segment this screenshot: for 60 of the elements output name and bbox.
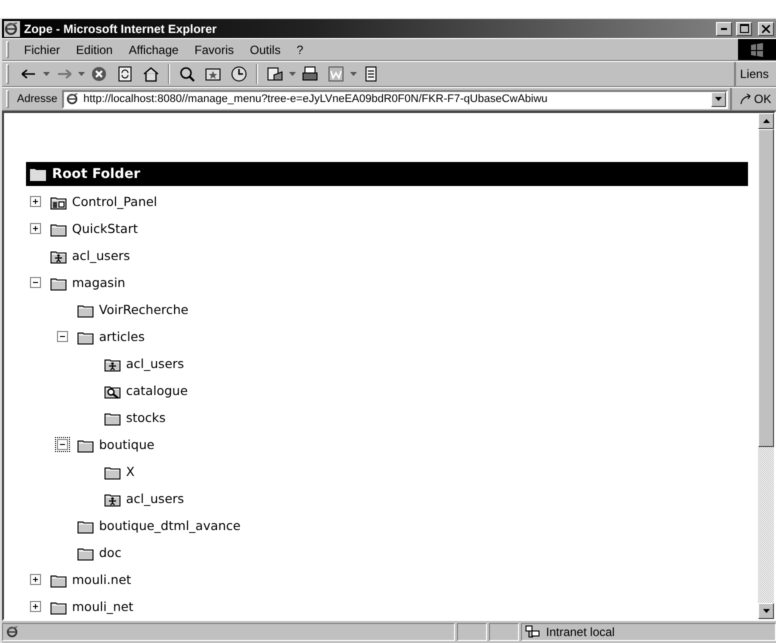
- home-icon[interactable]: [142, 65, 160, 83]
- menu-item[interactable]: Fichier: [17, 40, 68, 58]
- history-icon[interactable]: [230, 65, 248, 83]
- tree-item[interactable]: mouli_net: [72, 599, 134, 614]
- go-arrow-icon[interactable]: [740, 93, 752, 105]
- tree-item[interactable]: mouli.net: [72, 572, 132, 587]
- tree-item[interactable]: QuickStart: [72, 221, 138, 236]
- folder-icon: [30, 167, 46, 181]
- search-icon[interactable]: [178, 65, 196, 83]
- menu-item[interactable]: Edition: [69, 40, 120, 58]
- dropdown-caret-icon[interactable]: [289, 72, 296, 76]
- tree-item[interactable]: stocks: [126, 410, 166, 425]
- tree-item[interactable]: boutique_dtml_avance: [99, 518, 241, 533]
- menu-item[interactable]: Outils: [242, 40, 288, 58]
- dropdown-caret-icon[interactable]: [78, 72, 85, 76]
- address-label: Adresse: [17, 93, 58, 105]
- vertical-scrollbar[interactable]: [758, 113, 774, 619]
- network-icon: [525, 625, 541, 639]
- close-icon[interactable]: [762, 24, 770, 32]
- menu-item[interactable]: Favoris: [188, 40, 241, 58]
- status-pane: [489, 623, 519, 641]
- tree-item[interactable]: doc: [99, 545, 122, 560]
- tree-item[interactable]: boutique: [99, 437, 154, 452]
- caret-icon[interactable]: [715, 97, 722, 101]
- page-icon: [66, 92, 80, 106]
- scroll-down-icon[interactable]: [762, 609, 770, 613]
- tree-item[interactable]: catalogue: [126, 383, 188, 398]
- window-title: Zope - Microsoft Internet Explorer: [24, 22, 218, 36]
- tree-item[interactable]: VoirRecherche: [99, 302, 188, 317]
- root-folder-title[interactable]: Root Folder: [52, 166, 140, 182]
- tree-item[interactable]: acl_users: [126, 356, 184, 371]
- maximize-button[interactable]: [736, 22, 752, 36]
- windows-logo-icon: [738, 39, 776, 60]
- minimize-button[interactable]: [716, 22, 732, 36]
- tree-item[interactable]: magasin: [72, 275, 126, 290]
- dropdown-caret-icon[interactable]: [350, 72, 357, 76]
- page-icon: [6, 625, 20, 639]
- menu-item[interactable]: Affichage: [122, 40, 186, 58]
- status-pane: [457, 623, 487, 641]
- dropdown-caret-icon[interactable]: [43, 72, 50, 76]
- minimize-icon[interactable]: [721, 28, 727, 30]
- edit-icon[interactable]: [327, 65, 345, 83]
- menu-item[interactable]: ?: [290, 40, 310, 58]
- print-icon[interactable]: [301, 65, 319, 83]
- links-button[interactable]: Liens: [734, 62, 776, 86]
- tree-item[interactable]: acl_users: [126, 491, 184, 506]
- tree-item[interactable]: articles: [99, 329, 145, 344]
- address-field[interactable]: http://localhost:8080//manage_menu?tree-e=eJyLVneEA09bdR0F0N/FKR-F7-qUbaseCwAbiwu: [62, 90, 728, 108]
- browser-icon: [4, 20, 20, 36]
- refresh-icon[interactable]: [116, 65, 134, 83]
- tree-item[interactable]: Control_Panel: [72, 194, 158, 209]
- maximize-icon[interactable]: [740, 24, 748, 33]
- stop-icon[interactable]: [90, 65, 108, 83]
- tree-item[interactable]: X: [126, 464, 135, 479]
- tree-item[interactable]: acl_users: [72, 248, 130, 263]
- close-button[interactable]: [758, 22, 774, 36]
- mail-icon[interactable]: [266, 65, 284, 83]
- dropdown-button[interactable]: [711, 92, 726, 106]
- scroll-up-icon[interactable]: [762, 119, 770, 123]
- security-zone: Intranet local: [546, 625, 615, 639]
